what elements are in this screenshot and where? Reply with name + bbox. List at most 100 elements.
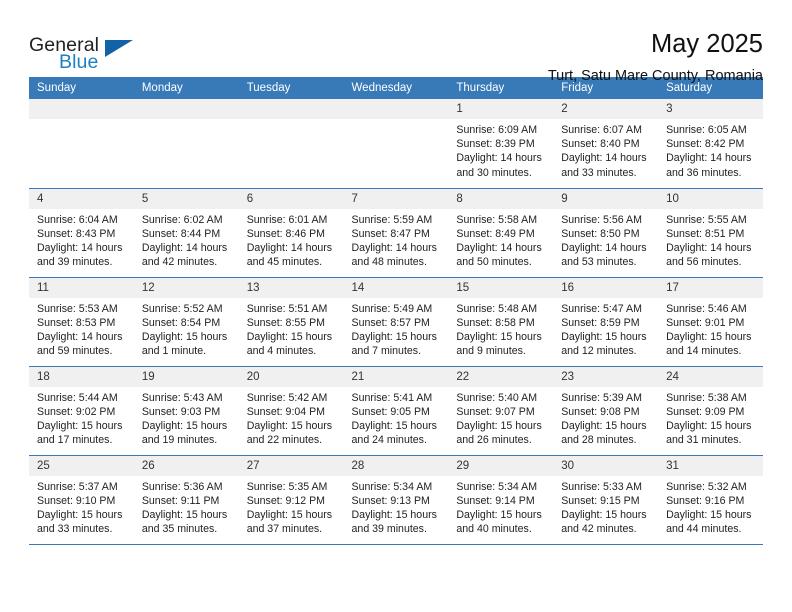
sunset-text: Sunset: 9:10 PM (37, 494, 116, 507)
day-details: Sunrise: 5:46 AM Sunset: 9:01 PM Daylight:… (658, 298, 763, 359)
daylight-text: Daylight: 15 hours and 31 minutes. (666, 419, 752, 447)
calendar-day-cell[interactable]: 16 Sunrise: 5:47 AM Sunset: 8:59 PM Dayligh… (553, 277, 659, 367)
day-number: 13 (238, 277, 344, 298)
calendar-day-cell[interactable]: 22 Sunrise: 5:40 AM Sunset: 9:07 PM Dayligh… (448, 366, 554, 456)
calendar-day-cell[interactable]: 10 Sunrise: 5:55 AM Sunset: 8:51 PM Dayligh… (658, 188, 763, 278)
day-number: 4 (29, 188, 134, 209)
day-number: 3 (658, 99, 763, 119)
day-number: 30 (553, 455, 659, 476)
daylight-text: Daylight: 15 hours and 35 minutes. (141, 508, 228, 536)
calendar-day-cell[interactable]: 26 Sunrise: 5:36 AM Sunset: 9:11 PM Dayligh… (133, 455, 239, 545)
calendar-day-cell[interactable]: 4 Sunrise: 6:04 AM Sunset: 8:43 PM Daylight… (29, 188, 134, 278)
daylight-text: Daylight: 15 hours and 26 minutes. (456, 419, 542, 447)
day-number: 19 (133, 366, 239, 387)
day-details: Sunrise: 5:33 AM Sunset: 9:15 PM Daylight:… (553, 476, 658, 537)
daylight-text: Daylight: 15 hours and 24 minutes. (351, 419, 437, 447)
page-header: General Blue May 2025 Turt, Satu Mare Co… (29, 0, 763, 84)
calendar-day-cell[interactable]: 8 Sunrise: 5:58 AM Sunset: 8:49 PM Daylight… (448, 188, 554, 278)
calendar-day-cell[interactable]: 20 Sunrise: 5:42 AM Sunset: 9:04 PM Dayligh… (238, 366, 344, 456)
calendar-day-cell[interactable]: 28 Sunrise: 5:34 AM Sunset: 9:13 PM Dayligh… (343, 455, 449, 545)
sunrise-text: Sunrise: 5:34 AM (351, 480, 433, 493)
day-number: 20 (238, 366, 344, 387)
day-number (343, 99, 449, 119)
daylight-text: Daylight: 14 hours and 42 minutes. (141, 241, 228, 269)
daylight-text: Daylight: 15 hours and 4 minutes. (246, 330, 333, 358)
sunset-text: Sunset: 8:51 PM (666, 227, 745, 240)
calendar-day-cell[interactable]: 11 Sunrise: 5:53 AM Sunset: 8:53 PM Dayligh… (29, 277, 134, 367)
sunrise-text: Sunrise: 6:05 AM (666, 124, 747, 136)
day-details: Sunrise: 5:41 AM Sunset: 9:05 PM Daylight:… (344, 387, 449, 448)
sunrise-text: Sunrise: 5:33 AM (561, 480, 642, 493)
sunrise-text: Sunrise: 5:39 AM (561, 391, 642, 404)
daylight-text: Daylight: 15 hours and 17 minutes. (37, 419, 123, 447)
calendar-week-row: 25 Sunrise: 5:37 AM Sunset: 9:10 PM Dayligh… (29, 455, 763, 545)
day-details: Sunrise: 5:51 AM Sunset: 8:55 PM Daylight:… (239, 298, 344, 359)
day-details: Sunrise: 5:40 AM Sunset: 9:07 PM Daylight:… (448, 387, 553, 448)
daylight-text: Daylight: 15 hours and 33 minutes. (37, 508, 123, 536)
calendar-day-cell[interactable]: 31 Sunrise: 5:32 AM Sunset: 9:16 PM Dayligh… (658, 455, 763, 545)
day-details: Sunrise: 6:04 AM Sunset: 8:43 PM Daylight:… (29, 209, 134, 270)
calendar-day-cell[interactable]: 29 Sunrise: 5:34 AM Sunset: 9:14 PM Dayligh… (448, 455, 554, 545)
calendar-day-cell[interactable]: 23 Sunrise: 5:39 AM Sunset: 9:08 PM Dayligh… (553, 366, 659, 456)
calendar-day-cell[interactable]: 5 Sunrise: 6:02 AM Sunset: 8:44 PM Daylight… (133, 188, 239, 278)
day-number: 26 (133, 455, 239, 476)
day-number: 12 (133, 277, 239, 298)
calendar-day-cell[interactable]: 1 Sunrise: 6:09 AM Sunset: 8:39 PM Daylight… (448, 99, 554, 189)
sunset-text: Sunset: 9:12 PM (246, 494, 326, 507)
calendar-day-cell[interactable]: 15 Sunrise: 5:48 AM Sunset: 8:58 PM Dayligh… (448, 277, 554, 367)
sunrise-text: Sunrise: 5:36 AM (141, 480, 223, 493)
day-details: Sunrise: 6:02 AM Sunset: 8:44 PM Daylight:… (134, 209, 239, 270)
calendar-day-cell[interactable]: 30 Sunrise: 5:33 AM Sunset: 9:15 PM Dayligh… (553, 455, 659, 545)
sunrise-text: Sunrise: 5:44 AM (37, 391, 118, 404)
calendar-day-cell[interactable]: 14 Sunrise: 5:49 AM Sunset: 8:57 PM Dayligh… (343, 277, 449, 367)
calendar-day-cell[interactable]: 7 Sunrise: 5:59 AM Sunset: 8:47 PM Daylight… (343, 188, 449, 278)
sunset-text: Sunset: 9:03 PM (141, 405, 221, 418)
day-number: 18 (29, 366, 134, 387)
day-details: Sunrise: 5:36 AM Sunset: 9:11 PM Daylight:… (134, 476, 239, 537)
day-number: 25 (29, 455, 134, 476)
calendar-day-cell[interactable]: 24 Sunrise: 5:38 AM Sunset: 9:09 PM Dayligh… (658, 366, 763, 456)
daylight-text: Daylight: 15 hours and 9 minutes. (456, 330, 542, 358)
daylight-text: Daylight: 15 hours and 39 minutes. (351, 508, 437, 536)
day-number: 7 (343, 188, 449, 209)
calendar-day-cell[interactable]: 12 Sunrise: 5:52 AM Sunset: 8:54 PM Dayligh… (133, 277, 239, 367)
day-details: Sunrise: 5:39 AM Sunset: 9:08 PM Daylight:… (553, 387, 658, 448)
daylight-text: Daylight: 14 hours and 45 minutes. (246, 241, 333, 269)
calendar-day-cell[interactable]: 25 Sunrise: 5:37 AM Sunset: 9:10 PM Dayligh… (29, 455, 134, 545)
sunrise-text: Sunrise: 5:51 AM (246, 302, 328, 315)
calendar-cell-empty (133, 99, 239, 189)
daylight-text: Daylight: 14 hours and 53 minutes. (561, 241, 647, 269)
calendar-day-cell[interactable]: 21 Sunrise: 5:41 AM Sunset: 9:05 PM Dayligh… (343, 366, 449, 456)
sunset-text: Sunset: 8:57 PM (351, 316, 430, 329)
calendar-day-cell[interactable]: 27 Sunrise: 5:35 AM Sunset: 9:12 PM Dayligh… (238, 455, 344, 545)
calendar-day-cell[interactable]: 2 Sunrise: 6:07 AM Sunset: 8:40 PM Daylight… (553, 99, 659, 189)
sunrise-text: Sunrise: 5:52 AM (141, 302, 223, 315)
calendar-day-cell[interactable]: 3 Sunrise: 6:05 AM Sunset: 8:42 PM Daylight… (658, 99, 763, 189)
general-blue-logo[interactable]: General Blue (29, 30, 139, 76)
sunrise-text: Sunrise: 5:49 AM (351, 302, 433, 315)
day-details: Sunrise: 5:35 AM Sunset: 9:12 PM Daylight:… (239, 476, 344, 537)
day-number: 31 (658, 455, 763, 476)
sunrise-text: Sunrise: 5:43 AM (141, 391, 223, 404)
daylight-text: Daylight: 15 hours and 40 minutes. (456, 508, 542, 536)
sunset-text: Sunset: 8:53 PM (37, 316, 116, 329)
sunset-text: Sunset: 9:08 PM (561, 405, 640, 418)
sunset-text: Sunset: 9:05 PM (351, 405, 430, 418)
day-number: 29 (448, 455, 554, 476)
sunrise-text: Sunrise: 5:41 AM (351, 391, 433, 404)
day-details: Sunrise: 5:34 AM Sunset: 9:13 PM Daylight:… (344, 476, 449, 537)
sunrise-text: Sunrise: 5:53 AM (37, 302, 118, 315)
sunset-text: Sunset: 9:02 PM (37, 405, 116, 418)
sunset-text: Sunset: 9:13 PM (351, 494, 430, 507)
calendar-day-cell[interactable]: 19 Sunrise: 5:43 AM Sunset: 9:03 PM Dayligh… (133, 366, 239, 456)
calendar-day-cell[interactable]: 6 Sunrise: 6:01 AM Sunset: 8:46 PM Daylight… (238, 188, 344, 278)
calendar-day-cell[interactable]: 9 Sunrise: 5:56 AM Sunset: 8:50 PM Daylight… (553, 188, 659, 278)
sunset-text: Sunset: 8:46 PM (246, 227, 326, 240)
day-number: 14 (343, 277, 449, 298)
calendar-day-cell[interactable]: 13 Sunrise: 5:51 AM Sunset: 8:55 PM Dayligh… (238, 277, 344, 367)
page-title: May 2025 (651, 30, 763, 58)
calendar-day-cell[interactable]: 17 Sunrise: 5:46 AM Sunset: 9:01 PM Dayligh… (658, 277, 763, 367)
sunrise-text: Sunrise: 6:04 AM (37, 213, 118, 226)
calendar-week-row: 1 Sunrise: 6:09 AM Sunset: 8:39 PM Daylight… (29, 99, 763, 189)
calendar-day-cell[interactable]: 18 Sunrise: 5:44 AM Sunset: 9:02 PM Dayligh… (29, 366, 134, 456)
